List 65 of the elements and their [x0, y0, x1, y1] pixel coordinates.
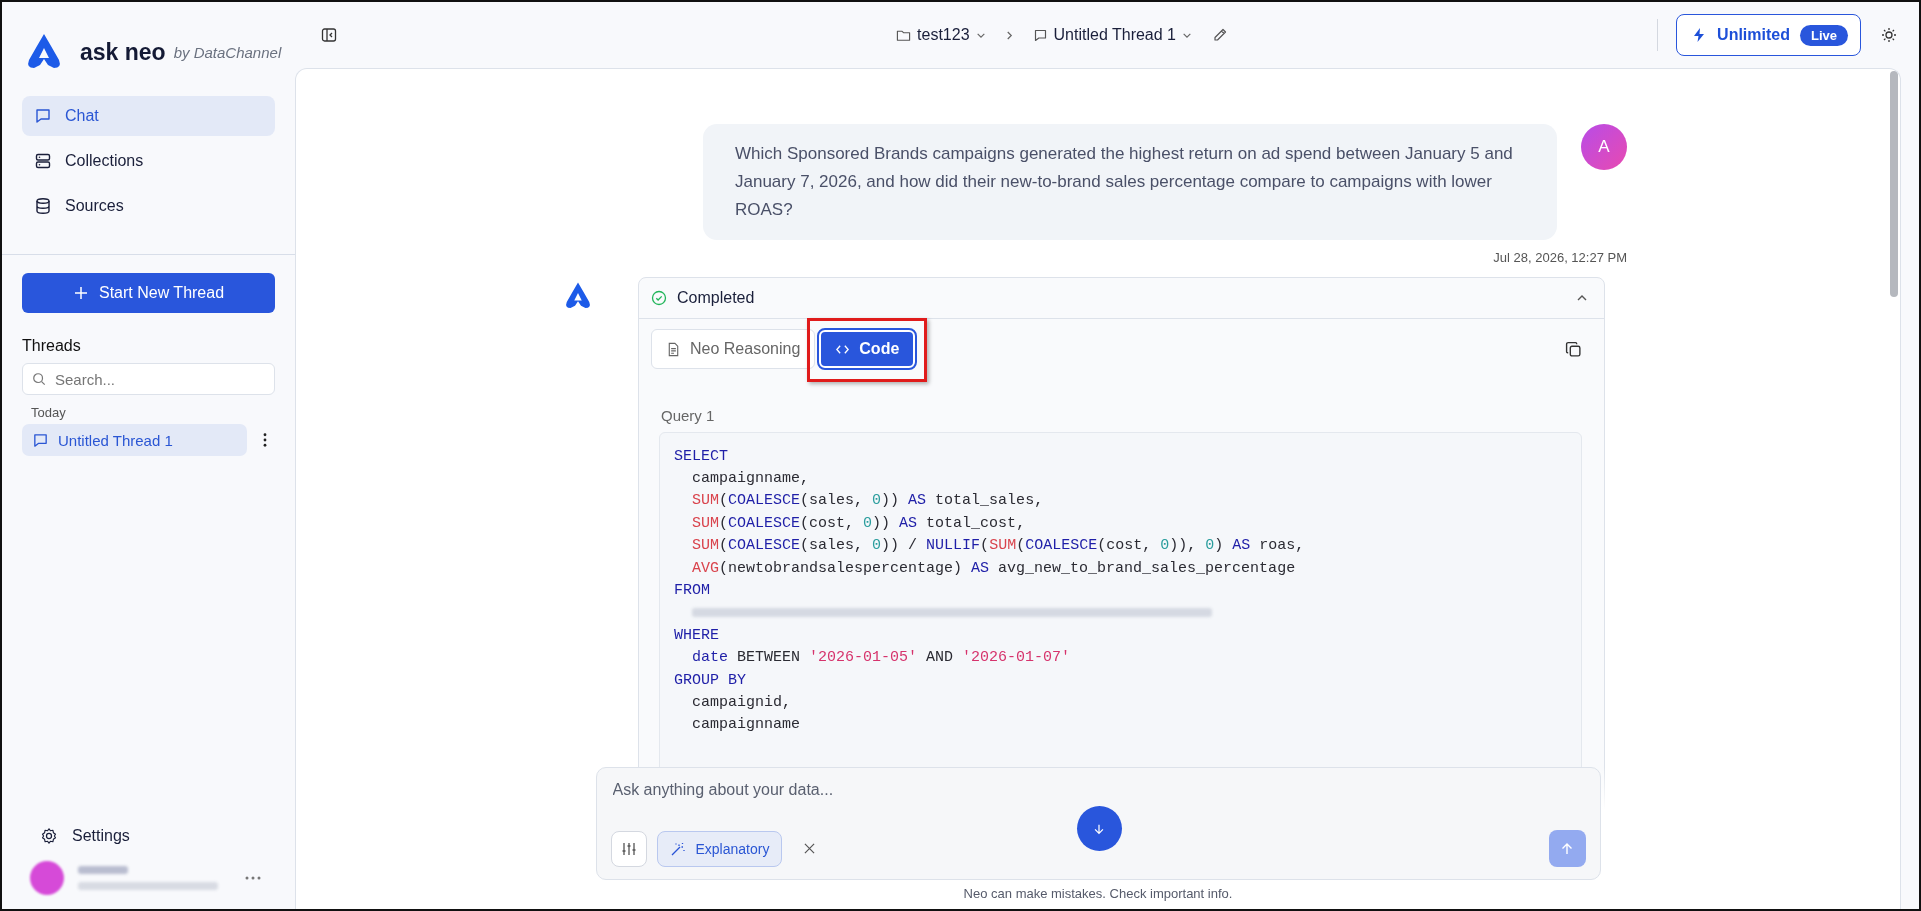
- message-timestamp: Jul 28, 2026, 12:27 PM: [1492, 250, 1627, 265]
- chevron-down-icon: [975, 31, 986, 39]
- chat-icon: [1032, 27, 1048, 43]
- magic-wand-icon: [669, 840, 686, 857]
- plan-button[interactable]: Unlimited Live: [1676, 14, 1861, 56]
- scroll-down-button[interactable]: [1076, 806, 1122, 851]
- scrollbar-thumb[interactable]: [1890, 71, 1898, 297]
- breadcrumb-dropdown[interactable]: Untitled Thread 1: [1032, 26, 1192, 44]
- code-line: campaignname: [691, 716, 801, 734]
- sun-icon[interactable]: [1881, 27, 1897, 43]
- query-title: Query 1: [661, 407, 716, 424]
- chat-icon: [34, 107, 52, 125]
- check-circle-icon: [651, 290, 667, 306]
- nav-item[interactable]: Collections: [22, 141, 275, 181]
- code-line: WHERE: [674, 626, 719, 644]
- options-button[interactable]: [610, 830, 647, 867]
- pencil-icon[interactable]: [1212, 27, 1228, 43]
- chevron-down-icon: [1182, 31, 1192, 39]
- status-label: Completed: [677, 289, 755, 307]
- code-line: SUM(COALESCE(sales, 0)) AS total_sales,: [691, 492, 1044, 510]
- thread-item[interactable]: Untitled Thread 1: [22, 424, 247, 456]
- code-line: campaignid,: [691, 694, 792, 711]
- more-icon[interactable]: [263, 433, 267, 447]
- search-field[interactable]: Search...: [22, 363, 275, 395]
- user-avatar: A: [1581, 124, 1627, 170]
- chevron-up-icon[interactable]: [1576, 294, 1588, 302]
- code-line: SUM(COALESCE(sales, 0)) / NULLIF(SUM(COALESCE(cost, 0)), 0) AS roas,: [691, 537, 1305, 555]
- logo-icon: [563, 281, 593, 311]
- tab[interactable]: Code: [819, 330, 916, 368]
- user-avatar[interactable]: [30, 861, 64, 895]
- app-name: ask neo: [80, 38, 166, 66]
- chat-icon: [32, 431, 49, 449]
- code-line: GROUP BY: [674, 671, 746, 689]
- nav-item[interactable]: Sources: [22, 186, 275, 226]
- search-icon: [32, 372, 46, 386]
- sidebar-toggle-icon[interactable]: [321, 27, 337, 43]
- document-icon: [666, 341, 681, 357]
- nav-item[interactable]: Chat: [22, 96, 275, 136]
- plus-icon: [72, 285, 89, 301]
- start-new-thread-button[interactable]: Start New Thread: [22, 273, 275, 313]
- code-line: FROM: [674, 582, 710, 600]
- sliders-icon: [620, 840, 637, 857]
- chevron-right-icon: [1005, 29, 1013, 41]
- code-line: campaignname,: [691, 470, 810, 488]
- database-icon: [34, 197, 52, 215]
- blurred-text: [78, 866, 128, 874]
- settings-icon: [40, 827, 58, 845]
- message-composer[interactable]: Ask anything about your data... Explanatory: [595, 767, 1601, 880]
- code-line: date BETWEEN '2026-01-05' AND '2026-01-07': [691, 649, 1071, 667]
- code-line: SUM(COALESCE(cost, 0)) AS total_cost,: [691, 514, 1026, 532]
- close-icon[interactable]: [804, 843, 816, 854]
- user-message: Which Sponsored Brands campaigns generated the highest return on ad spend between January 5 and January 7, 2026, and how did their new-to-brand sales percentage compare to campaigns with lower ROAS?: [703, 124, 1557, 240]
- group-label: Today: [31, 405, 67, 420]
- server-icon: [34, 152, 52, 170]
- live-badge: Live: [1800, 24, 1848, 46]
- code-line: SELECT: [674, 447, 728, 465]
- code-line: AVG(newtobrandsalespercentage) AS avg_new_to_brand_sales_percentage: [691, 559, 1296, 577]
- app-byline: by DataChannel: [173, 43, 282, 61]
- breadcrumb-dropdown[interactable]: test123: [896, 26, 986, 44]
- settings-button[interactable]: Settings: [40, 827, 130, 845]
- tab[interactable]: Neo Reasoning: [651, 329, 816, 369]
- mode-chip[interactable]: Explanatory: [656, 830, 783, 867]
- threads-heading: Threads: [22, 337, 82, 355]
- copy-icon[interactable]: [1565, 340, 1582, 358]
- disclaimer-text: Neo can make mistakes. Check important info.: [963, 885, 1233, 903]
